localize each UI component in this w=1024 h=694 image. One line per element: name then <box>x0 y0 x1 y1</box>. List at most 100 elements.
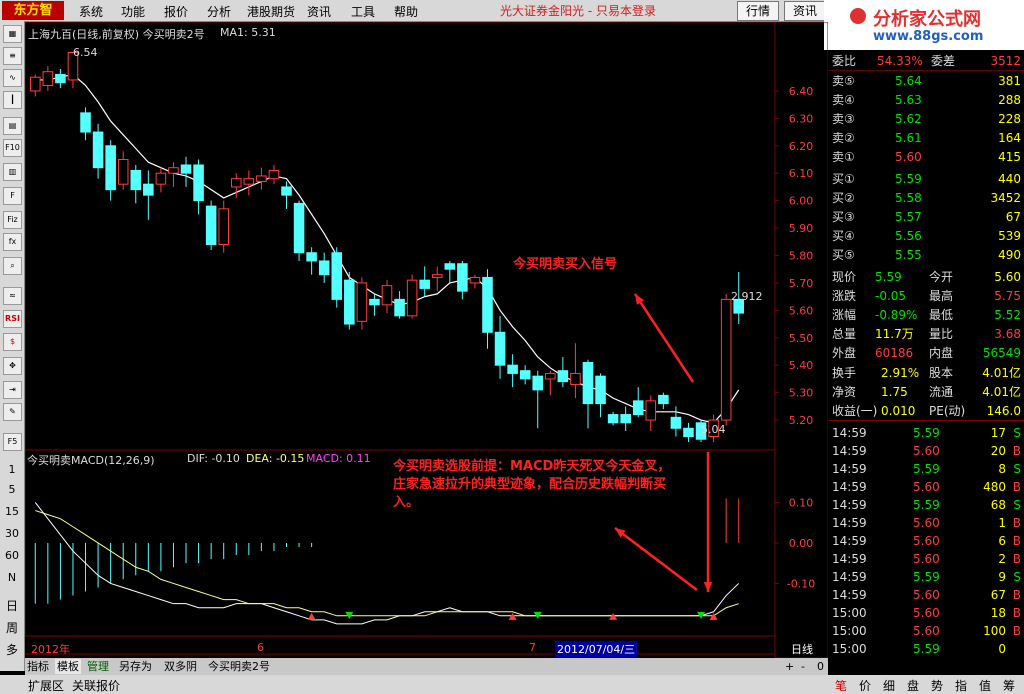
stat-label: PE(动) <box>929 404 966 418</box>
candle-down <box>457 263 468 292</box>
ask-volume: 288 <box>998 93 1021 107</box>
search-icon[interactable]: ⌕ <box>3 257 22 275</box>
tab-bi[interactable]: 笔 <box>835 677 847 694</box>
candle-down <box>557 370 569 383</box>
macd-tick-label: -0.10 <box>787 577 815 590</box>
menu-hk-futures[interactable]: 港股期货 <box>247 3 295 20</box>
menu-quotes[interactable]: 报价 <box>164 3 188 20</box>
menu-analysis[interactable]: 分析 <box>207 3 231 20</box>
candle-up <box>243 178 255 185</box>
period-15[interactable]: 15 <box>0 505 24 518</box>
period-day[interactable]: 日 <box>0 597 24 614</box>
kline-chart[interactable]: 6.40 6.30 6.20 6.10 6.00 5.90 5.80 5.70 5.60 5.50… <box>24 21 829 659</box>
candle-down <box>607 414 619 424</box>
tab-pan[interactable]: 盘 <box>907 677 919 694</box>
tick-price: 5.60 <box>913 552 940 566</box>
wave-icon[interactable]: ≈ <box>3 287 22 305</box>
tab-manage[interactable]: 管理 <box>85 659 111 674</box>
zoom-out-button[interactable]: - <box>799 659 807 674</box>
kline-icon[interactable]: ┃ <box>3 91 22 109</box>
tick-time: 14:59 <box>832 552 867 566</box>
tick-side: B <box>1012 588 1021 602</box>
menu-info[interactable]: 资讯 <box>307 3 331 20</box>
quotes-button[interactable]: 行情 <box>737 1 779 21</box>
table-icon[interactable]: ▥ <box>3 163 22 181</box>
tick-volume: 18 <box>990 606 1006 620</box>
cross-arrow-head <box>703 581 713 592</box>
ask-price: 5.60 <box>895 150 922 164</box>
period-30[interactable]: 30 <box>0 527 24 540</box>
candle-up <box>645 400 657 421</box>
menu-help[interactable]: 帮助 <box>394 3 418 20</box>
price-tick-label: 6.10 <box>789 167 814 180</box>
grid-icon[interactable]: ▦ <box>3 25 22 43</box>
info-button[interactable]: 资讯 <box>784 1 826 21</box>
candle-down <box>595 375 606 405</box>
price-tick-label: 5.50 <box>789 332 814 345</box>
ask-volume: 164 <box>998 131 1021 145</box>
tick-volume: 68 <box>990 498 1006 512</box>
tab-save-as[interactable]: 另存为 <box>117 659 154 674</box>
candle-up <box>545 372 556 380</box>
menu-tools[interactable]: 工具 <box>351 3 375 20</box>
tab-jia[interactable]: 价 <box>859 677 871 694</box>
period-1[interactable]: 1 <box>0 463 24 476</box>
tab-xi[interactable]: 细 <box>883 677 895 694</box>
zoom-in-button[interactable]: + <box>783 659 796 674</box>
fiz-icon[interactable]: Fiz <box>3 211 22 229</box>
tab-extension[interactable]: 扩展区 <box>28 677 64 694</box>
tab-double-yin[interactable]: 双多阴 <box>162 659 199 674</box>
macd-tick-label: 0.00 <box>789 537 814 550</box>
tick-price: 5.60 <box>913 606 940 620</box>
period-5[interactable]: 5 <box>0 483 24 496</box>
tick-volume: 1 <box>998 516 1006 530</box>
tick-volume: 480 <box>983 480 1006 494</box>
zoom-reset-button[interactable]: 0 <box>815 659 826 674</box>
price-tick-label: 6.00 <box>789 195 814 208</box>
fx-icon[interactable]: fx <box>3 233 22 251</box>
candle-down <box>507 364 518 374</box>
export-icon[interactable]: ⇥ <box>3 381 22 399</box>
period-more[interactable]: 多 <box>0 641 24 658</box>
period-60[interactable]: 60 <box>0 549 24 562</box>
annotation-arrows <box>614 293 713 592</box>
tick-side: B <box>1012 606 1021 620</box>
tick-divider <box>829 420 1024 421</box>
candle-down <box>331 252 343 300</box>
tab-template[interactable]: 模板 <box>55 659 81 674</box>
tick-time: 14:59 <box>832 534 867 548</box>
tab-formula[interactable]: 今买明卖2号 <box>206 659 272 674</box>
pencil-icon[interactable]: ✎ <box>3 403 22 421</box>
move-icon[interactable]: ✥ <box>3 357 22 375</box>
candle-down <box>369 298 380 306</box>
tab-zhi[interactable]: 指 <box>955 677 967 694</box>
brand-name: 分析家公式网 <box>873 9 981 30</box>
line-chart-icon[interactable]: ∿ <box>3 69 22 87</box>
bid-price: 5.59 <box>895 172 922 186</box>
tab-shi[interactable]: 势 <box>931 677 943 694</box>
period-n[interactable]: N <box>0 571 24 584</box>
tick-time: 14:59 <box>832 444 867 458</box>
tab-chip[interactable]: 筹 <box>1003 677 1015 694</box>
date-cursor: 2012/07/04/三 <box>555 641 638 657</box>
broker-label: 光大证券金阳光 - 只易本登录 <box>500 4 656 18</box>
dollar-icon[interactable]: $ <box>3 333 22 351</box>
menu-system[interactable]: 系统 <box>79 3 103 20</box>
stat-label: 换手 <box>832 366 857 380</box>
tick-price: 5.60 <box>913 516 940 530</box>
tick-volume: 2 <box>998 552 1006 566</box>
tab-related-quotes[interactable]: 关联报价 <box>72 677 120 694</box>
list-icon[interactable]: ≡ <box>3 47 22 65</box>
rsi-icon[interactable]: RSI <box>3 310 22 328</box>
formula-icon[interactable]: F <box>3 187 22 205</box>
candle-up <box>30 76 41 92</box>
report-icon[interactable]: ▤ <box>3 117 22 135</box>
stat-label: 内盘 <box>929 346 954 360</box>
tab-value[interactable]: 值 <box>979 677 991 694</box>
period-week[interactable]: 周 <box>0 619 24 636</box>
tab-indicator[interactable]: 指标 <box>25 659 51 674</box>
candle-up <box>406 279 418 317</box>
menu-function[interactable]: 功能 <box>121 3 145 20</box>
f5-icon[interactable]: F5 <box>3 433 22 451</box>
f10-icon[interactable]: F10 <box>3 139 22 157</box>
